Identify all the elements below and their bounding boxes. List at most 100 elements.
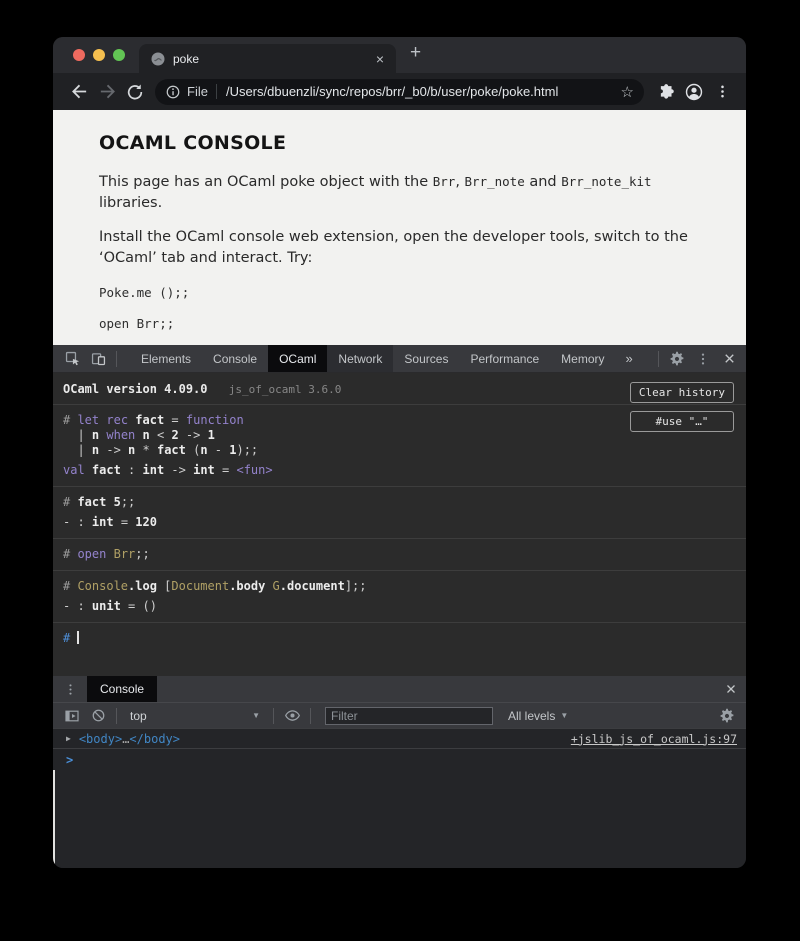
chevron-down-icon: ▼ bbox=[252, 711, 260, 720]
url-divider bbox=[216, 84, 217, 99]
ocaml-panel-buttons: Clear history #use "…" bbox=[630, 382, 734, 432]
web-page: OCAML CONSOLE This page has an OCaml pok… bbox=[53, 110, 746, 345]
tab-console-drawer[interactable]: Console bbox=[87, 676, 157, 702]
repl-line: - : unit = () bbox=[63, 599, 736, 614]
toolbar-divider bbox=[116, 351, 117, 367]
drawer-close-icon[interactable] bbox=[724, 682, 738, 696]
tab-memory[interactable]: Memory bbox=[550, 345, 615, 372]
devtools-tabs: ElementsConsoleOCamlNetworkSourcesPerfor… bbox=[130, 345, 616, 372]
devtools-actions bbox=[653, 346, 746, 372]
profile-avatar-icon[interactable] bbox=[680, 78, 708, 106]
more-tabs-icon[interactable]: » bbox=[616, 351, 643, 366]
code-snippet: open Brr;; bbox=[99, 316, 706, 331]
log-levels-selector[interactable]: All levels ▼ bbox=[508, 709, 568, 723]
element-tag-close[interactable]: </body> bbox=[129, 732, 180, 746]
console-message-row[interactable]: ▶ <body> … </body> +jslib_js_of_ocaml.js… bbox=[53, 728, 746, 749]
toolbar-divider bbox=[310, 708, 311, 724]
tab-strip: poke × + bbox=[53, 37, 746, 73]
toolbar-divider bbox=[116, 708, 117, 724]
repl-line: - : int = 120 bbox=[63, 515, 736, 530]
toolbar-divider bbox=[273, 708, 274, 724]
drawer-menu-icon[interactable] bbox=[53, 682, 82, 697]
back-icon[interactable] bbox=[65, 78, 93, 106]
info-icon[interactable] bbox=[165, 84, 181, 100]
context-selector[interactable]: top ▼ bbox=[130, 709, 260, 723]
browser-tab[interactable]: poke × bbox=[139, 44, 396, 73]
close-window-button[interactable] bbox=[73, 49, 85, 61]
ocaml-repl[interactable]: # let rec fact = function | n when n < 2… bbox=[53, 405, 746, 654]
repl-line: | n -> n * fact (n - 1);; bbox=[63, 443, 736, 458]
source-location-link[interactable]: +jslib_js_of_ocaml.js:97 bbox=[571, 732, 737, 746]
console-empty-area[interactable] bbox=[53, 770, 746, 868]
filter-input[interactable] bbox=[325, 707, 493, 725]
reload-icon[interactable] bbox=[121, 78, 149, 106]
code-snippets: Poke.me ();;open Brr;;Console.log [Docum… bbox=[99, 285, 706, 345]
expand-triangle-icon[interactable]: ▶ bbox=[66, 734, 71, 743]
toolbar-divider bbox=[658, 351, 659, 367]
url-scheme-label: File bbox=[187, 84, 208, 99]
ocaml-version: OCaml version 4.09.0 bbox=[63, 382, 208, 396]
inline-code: Brr_note_kit bbox=[561, 174, 651, 189]
minimize-window-button[interactable] bbox=[93, 49, 105, 61]
forward-icon[interactable] bbox=[93, 78, 121, 106]
repl-entry: # fact 5;; - : int = 120 bbox=[53, 487, 746, 539]
tab-close-icon[interactable]: × bbox=[372, 52, 388, 66]
inline-code: Brr bbox=[433, 174, 456, 189]
install-paragraph: Install the OCaml console web extension,… bbox=[99, 227, 706, 269]
repl-entry: # Console.log [Document.body G.document]… bbox=[53, 571, 746, 623]
tab-title: poke bbox=[173, 52, 372, 66]
ocaml-panel: OCaml version 4.09.0 js_of_ocaml 3.6.0 C… bbox=[53, 373, 746, 676]
clear-history-button[interactable]: Clear history bbox=[630, 382, 734, 403]
zoom-window-button[interactable] bbox=[113, 49, 125, 61]
intro-paragraph: This page has an OCaml poke object with … bbox=[99, 171, 706, 214]
console-sidebar-icon[interactable] bbox=[59, 703, 85, 729]
bookmark-star-icon[interactable]: ☆ bbox=[621, 83, 634, 101]
inspect-element-icon[interactable] bbox=[59, 346, 85, 372]
console-settings-gear-icon[interactable] bbox=[714, 703, 740, 729]
device-toolbar-icon[interactable] bbox=[85, 346, 111, 372]
settings-gear-icon[interactable] bbox=[664, 346, 690, 372]
tab-ocaml[interactable]: OCaml bbox=[268, 345, 327, 372]
repl-line: # Console.log [Document.body G.document]… bbox=[63, 579, 736, 594]
tab-performance[interactable]: Performance bbox=[459, 345, 550, 372]
browser-toolbar: File /Users/dbuenzli/sync/repos/brr/_b0/… bbox=[53, 73, 746, 110]
text-cursor bbox=[77, 631, 79, 644]
repl-line: # open Brr;; bbox=[63, 547, 736, 562]
console-prompt-chevron: > bbox=[66, 753, 73, 767]
console-toolbar: top ▼ All levels ▼ bbox=[53, 702, 746, 728]
tab-favicon-icon bbox=[151, 52, 165, 66]
tab-sources[interactable]: Sources bbox=[393, 345, 459, 372]
extensions-puzzle-icon[interactable] bbox=[652, 78, 680, 106]
tab-elements[interactable]: Elements bbox=[130, 345, 202, 372]
traffic-lights bbox=[53, 37, 139, 73]
devtools-tab-bar: ElementsConsoleOCamlNetworkSourcesPerfor… bbox=[53, 345, 746, 373]
console-prompt-row[interactable]: > bbox=[53, 749, 746, 770]
repl-entry: # open Brr;; bbox=[53, 539, 746, 571]
inline-code: Brr_note bbox=[465, 174, 525, 189]
tab-console[interactable]: Console bbox=[202, 345, 268, 372]
element-ellipsis: … bbox=[122, 732, 129, 746]
chevron-down-icon: ▼ bbox=[560, 711, 568, 720]
repl-line: # bbox=[63, 631, 736, 646]
repl-line: val fact : int -> int = <fun> bbox=[63, 463, 736, 478]
url-path[interactable]: /Users/dbuenzli/sync/repos/brr/_b0/b/use… bbox=[226, 84, 613, 99]
tab-network[interactable]: Network bbox=[327, 345, 393, 372]
live-expression-eye-icon[interactable] bbox=[279, 703, 305, 729]
repl-entry: # bbox=[53, 623, 746, 654]
console-drawer-header: Console bbox=[53, 676, 746, 702]
jsoo-version: js_of_ocaml 3.6.0 bbox=[229, 383, 342, 396]
browser-window: poke × + File /Users/dbuenzli/sync/repos… bbox=[53, 37, 746, 868]
clear-console-icon[interactable] bbox=[85, 703, 111, 729]
code-snippet: Poke.me ();; bbox=[99, 285, 706, 300]
repl-line: # fact 5;; bbox=[63, 495, 736, 510]
log-levels-label: All levels bbox=[508, 709, 555, 723]
devtools-menu-icon[interactable] bbox=[690, 346, 716, 372]
use-file-button[interactable]: #use "…" bbox=[630, 411, 734, 432]
element-tag-open[interactable]: <body> bbox=[79, 732, 122, 746]
url-bar[interactable]: File /Users/dbuenzli/sync/repos/brr/_b0/… bbox=[155, 79, 644, 105]
new-tab-button[interactable]: + bbox=[396, 43, 421, 67]
console-messages: ▶ <body> … </body> +jslib_js_of_ocaml.js… bbox=[53, 728, 746, 868]
page-title: OCAML CONSOLE bbox=[99, 132, 706, 154]
browser-menu-icon[interactable] bbox=[708, 78, 736, 106]
devtools-close-icon[interactable] bbox=[716, 346, 742, 372]
